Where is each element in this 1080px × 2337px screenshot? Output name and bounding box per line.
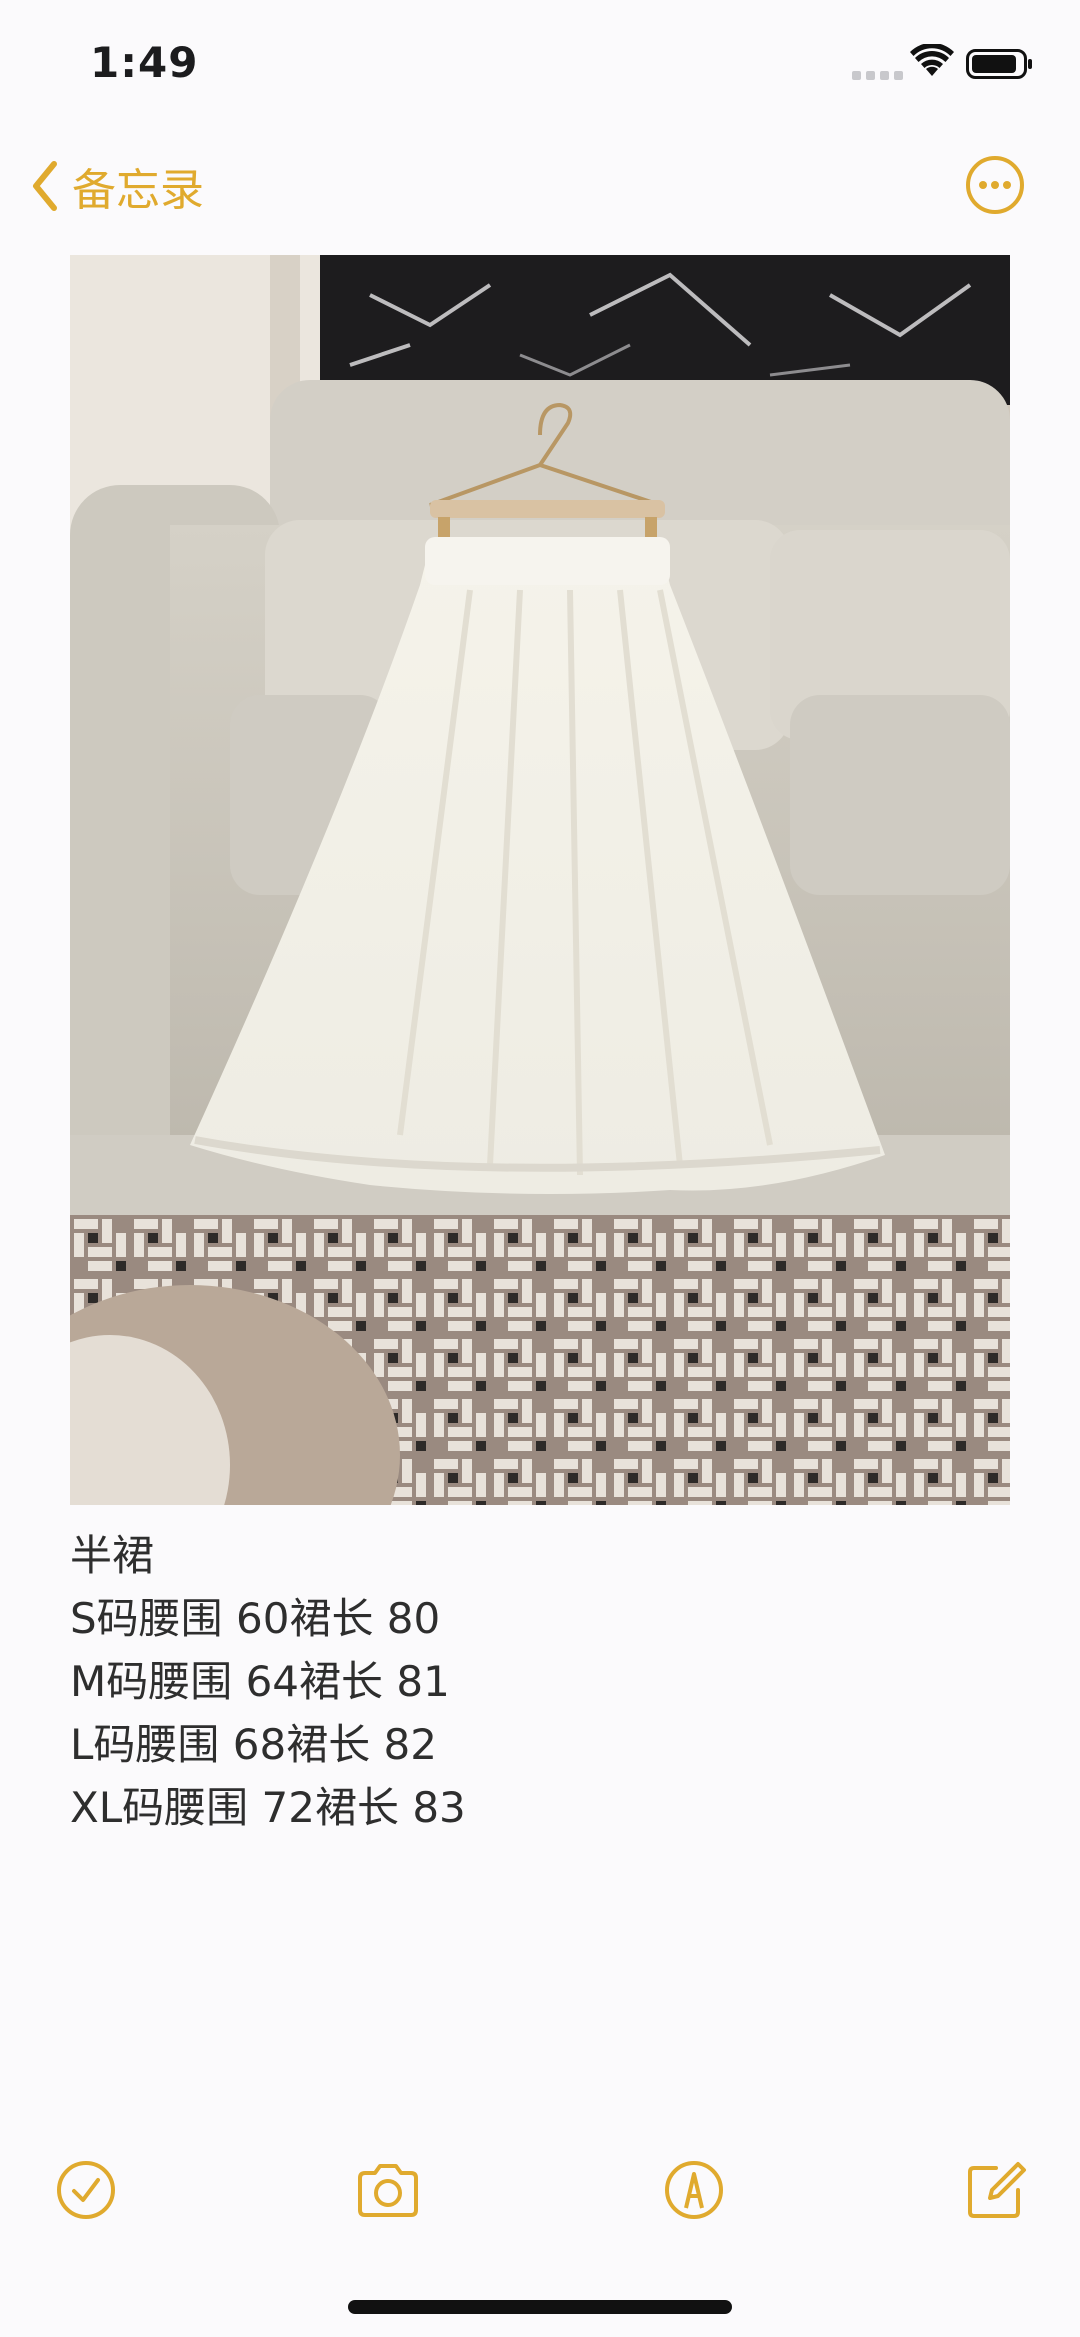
more-options-button[interactable] <box>964 154 1026 216</box>
navigation-bar: 备忘录 <box>0 140 1080 230</box>
wifi-icon <box>910 44 954 76</box>
status-bar: 1:49 <box>0 0 1080 130</box>
note-line: M码腰围 64裙长 81 <box>70 1657 450 1706</box>
note-line: L码腰围 68裙长 82 <box>70 1720 437 1769</box>
cellular-signal-icon <box>852 71 903 80</box>
home-indicator[interactable] <box>348 2300 732 2314</box>
compose-icon[interactable] <box>962 2156 1030 2224</box>
skirt-photo <box>70 255 1010 1505</box>
note-line: 半裙 <box>70 1531 155 1580</box>
back-button[interactable]: 备忘录 <box>30 156 204 216</box>
camera-icon[interactable] <box>354 2156 422 2224</box>
battery-icon <box>966 49 1032 79</box>
note-attachment-image[interactable] <box>70 255 1010 1505</box>
note-body[interactable]: 半裙 S码腰围 60裙长 80 M码腰围 64裙长 81 L码腰围 68裙长 8… <box>70 1524 1010 1839</box>
markup-pen-icon[interactable] <box>660 2156 728 2224</box>
back-label: 备忘录 <box>72 165 204 216</box>
bottom-toolbar <box>0 2156 1080 2224</box>
chevron-left-icon <box>33 161 57 211</box>
checklist-icon[interactable] <box>52 2156 120 2224</box>
note-line: S码腰围 60裙长 80 <box>70 1594 441 1643</box>
status-time: 1:49 <box>90 38 199 87</box>
note-line: XL码腰围 72裙长 83 <box>70 1783 466 1832</box>
